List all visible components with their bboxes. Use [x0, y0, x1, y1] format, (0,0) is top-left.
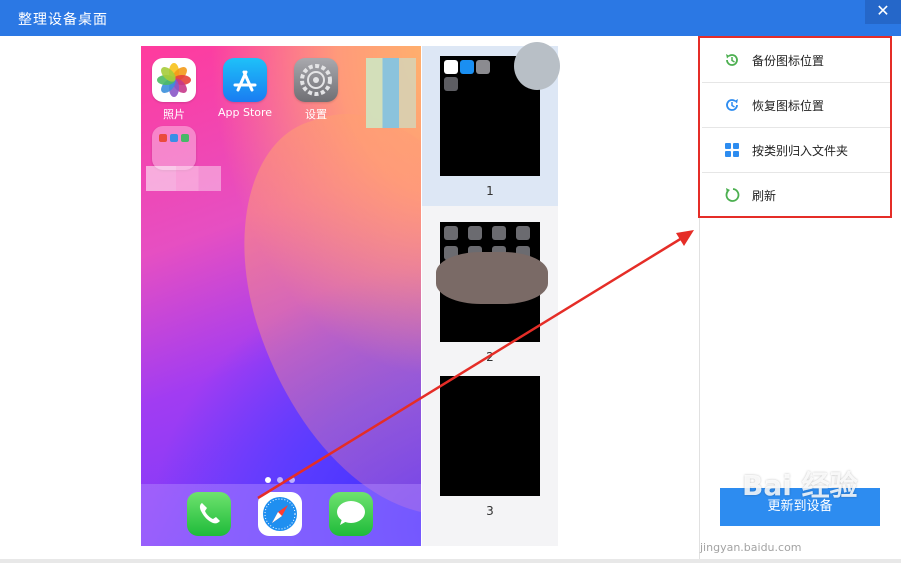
bottom-border	[0, 559, 901, 563]
watermark-logo: Bai 经验	[742, 469, 858, 502]
watermark-url: jingyan.baidu.com	[700, 541, 802, 554]
